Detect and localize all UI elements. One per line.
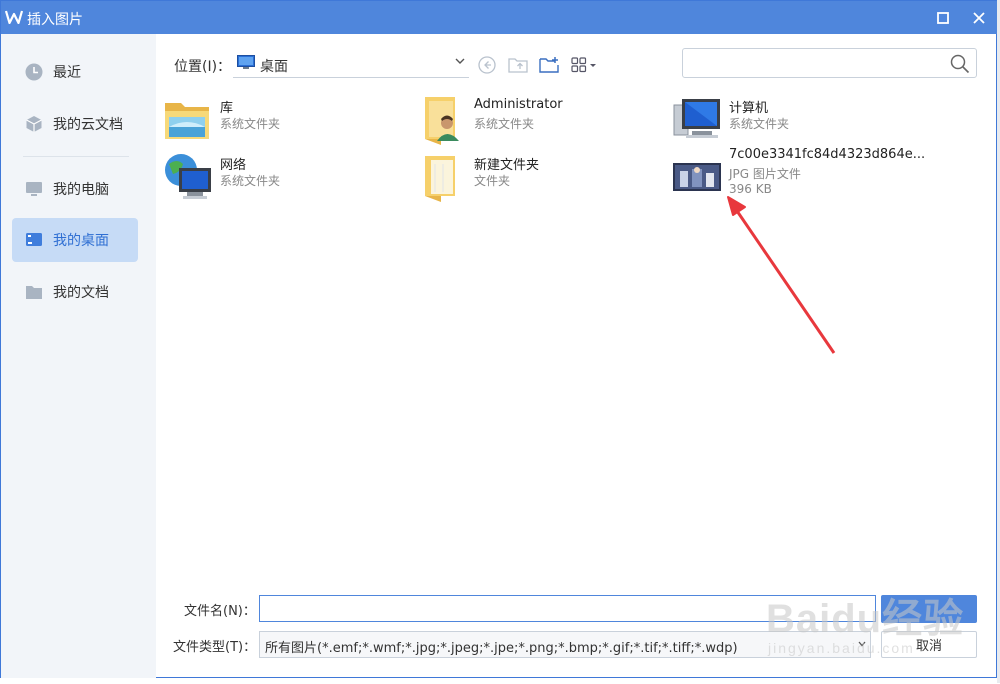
file-name: 新建文件夹: [474, 158, 540, 173]
sidebar-item-label: 我的电脑: [53, 182, 109, 198]
view-mode-button[interactable]: [570, 55, 598, 75]
search-input[interactable]: [689, 52, 939, 74]
wps-logo-icon: [5, 10, 23, 24]
back-arrow-icon: [478, 56, 496, 74]
file-item-library[interactable]: 库 系统文件夹: [163, 95, 403, 147]
close-button[interactable]: [961, 1, 997, 34]
user-folder-icon: [425, 97, 459, 145]
file-item-computer[interactable]: 计算机 系统文件夹: [672, 95, 912, 147]
location-label: 位置(I)：: [174, 59, 232, 75]
sidebar-item-my-documents[interactable]: 我的文档: [12, 270, 138, 314]
filetype-value: 所有图片(*.emf;*.wmf;*.jpg;*.jpeg;*.jpe;*.pn…: [265, 641, 738, 656]
file-type: 系统文件夹: [220, 174, 281, 188]
sidebar-item-recent[interactable]: 最近: [12, 50, 138, 94]
computer-icon: [673, 99, 720, 138]
network-globe-icon: [165, 154, 211, 199]
folder-icon: [425, 156, 455, 202]
insert-picture-dialog: 插入图片 最近 我的云文档 我的电脑 我的桌面 我的文档 位置(I)： 桌面 库…: [0, 0, 997, 678]
cloud-doc-icon: [25, 115, 43, 133]
search-box[interactable]: [682, 48, 977, 78]
sidebar-item-label: 我的文档: [53, 285, 109, 301]
chevron-down-icon: [455, 58, 465, 64]
close-icon: [973, 11, 985, 24]
file-item-network[interactable]: 网络 系统文件夹: [163, 152, 403, 204]
sidebar-item-my-desktop[interactable]: 我的桌面: [12, 218, 138, 262]
desktop-icon: [25, 231, 43, 249]
file-type: 文件夹: [474, 174, 511, 188]
window-title: 插入图片: [27, 12, 83, 28]
title-bar[interactable]: 插入图片: [1, 1, 997, 34]
filename-label: 文件名(N)：: [184, 604, 256, 619]
file-size: 396 KB: [729, 182, 772, 196]
file-name: 计算机: [729, 101, 769, 116]
filetype-label: 文件类型(T)：: [173, 640, 257, 655]
up-folder-icon: [508, 58, 528, 73]
image-thumbnail-icon: [673, 163, 721, 191]
sidebar-item-cloud-docs[interactable]: 我的云文档: [12, 102, 138, 146]
file-name: 库: [220, 101, 234, 116]
baidu-watermark: Baidu经验 jingyan.baidu.com: [766, 576, 966, 666]
file-name: 7c00e3341fc84d4323d864e...: [729, 147, 926, 162]
sidebar-item-label: 我的桌面: [53, 233, 109, 249]
sidebar-item-label: 最近: [53, 65, 81, 81]
maximize-button[interactable]: [925, 1, 961, 34]
file-name: 网络: [220, 158, 247, 173]
file-item-new-folder[interactable]: 新建文件夹 文件夹: [417, 152, 657, 204]
grid-view-icon: [571, 57, 596, 73]
file-type: 系统文件夹: [474, 117, 535, 131]
file-type: 系统文件夹: [220, 117, 281, 131]
sidebar-item-my-computer[interactable]: 我的电脑: [12, 167, 138, 211]
file-name: Administrator: [474, 97, 563, 112]
file-type: 系统文件夹: [729, 117, 790, 131]
clock-icon: [25, 63, 43, 81]
desktop-icon: [237, 55, 255, 69]
file-type: JPG 图片文件: [729, 167, 801, 181]
watermark-brand: Baidu经验: [766, 597, 965, 641]
file-item-administrator[interactable]: Administrator 系统文件夹: [417, 95, 657, 147]
location-value: 桌面: [260, 59, 288, 75]
search-icon[interactable]: [950, 54, 970, 74]
sidebar-divider: [23, 156, 129, 157]
computer-icon: [25, 180, 43, 198]
folder-icon: [25, 283, 43, 301]
watermark-url: jingyan.baidu.com: [768, 640, 915, 656]
maximize-icon: [937, 11, 949, 24]
file-item-jpg-image[interactable]: 7c00e3341fc84d4323d864e... JPG 图片文件 396 …: [672, 145, 925, 201]
up-folder-button[interactable]: [507, 55, 529, 75]
library-folder-icon: [165, 103, 209, 139]
sidebar: 最近 我的云文档 我的电脑 我的桌面 我的文档: [1, 34, 156, 678]
location-dropdown[interactable]: 桌面: [233, 50, 469, 78]
new-folder-icon: [539, 57, 559, 73]
sidebar-item-label: 我的云文档: [53, 117, 123, 133]
back-button[interactable]: [476, 55, 498, 75]
new-folder-button[interactable]: [538, 55, 560, 75]
